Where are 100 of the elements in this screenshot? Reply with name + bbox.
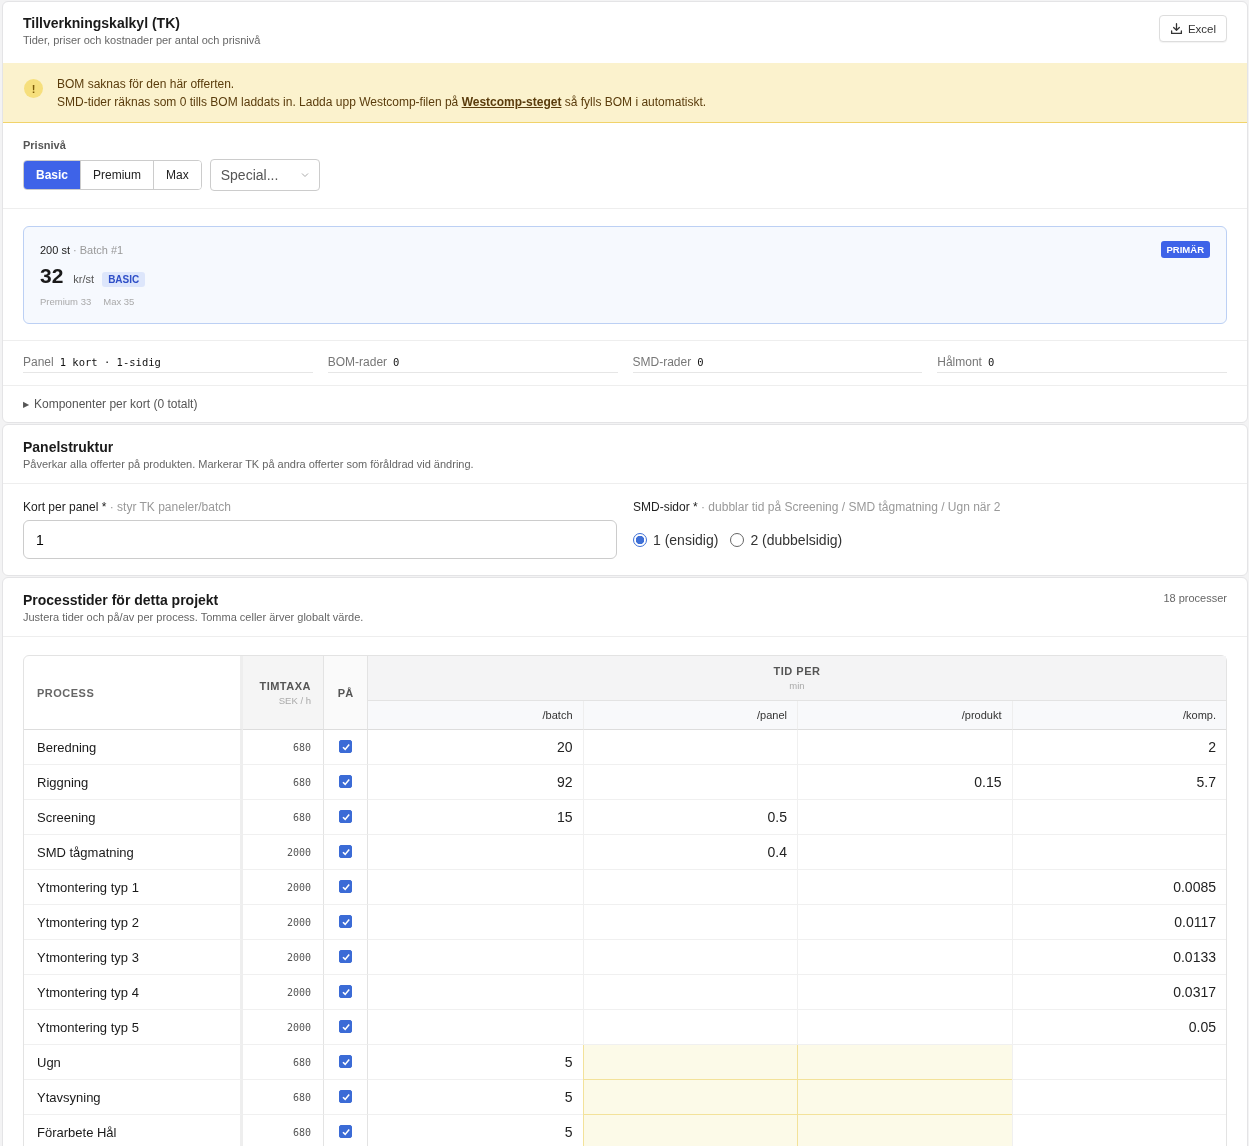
process-name: Ytmontering typ 2 [37,914,139,930]
stat-value: 0 [393,356,400,368]
time-input-cell[interactable]: 92 [368,765,583,800]
alternative-price: Max 35 [103,296,135,307]
checkbox[interactable] [339,1090,352,1103]
checkbox[interactable] [339,1020,352,1033]
time-input-cell[interactable] [582,730,797,765]
time-input-cell[interactable]: 0.4 [582,835,797,870]
radio-label: 2 (dubbelsidig) [750,532,843,548]
section-subtitle: Påverkar alla offerter på produkten. Markerar TK på andra offerter som föråldrad vid ändring. [23,458,475,470]
hourly-rate: 2000 [286,916,311,928]
time-input-cell[interactable]: 0.0133 [1011,940,1226,975]
process-count: 18 processer [1163,592,1227,606]
checkbox[interactable] [339,810,352,823]
process-name: Ytmontering typ 5 [37,1019,139,1035]
stat-value: 0 [987,356,995,368]
checkbox[interactable] [339,915,352,928]
alternative-price: Premium 33 [40,296,92,307]
chevron-down-icon [300,172,309,178]
process-name: Ugn [37,1054,61,1070]
hourly-rate: 2000 [286,881,311,893]
field-label: Prisnivå [23,139,67,151]
column-header: /produkt [961,709,1002,721]
process-name: SMD tågmatning [37,844,134,860]
field-hint: · styr TK paneler/batch [109,500,231,514]
section-title: Processtider för detta projekt [23,592,220,608]
hourly-rate: 2000 [286,1021,311,1033]
time-input-cell[interactable]: 15 [368,800,583,835]
hourly-rate: 2000 [286,846,311,858]
hourly-rate: 680 [292,1091,311,1103]
column-header: PÅ [337,686,354,699]
time-input-cell[interactable]: 2 [1011,730,1226,765]
checkbox[interactable] [339,985,352,998]
checkbox[interactable] [339,740,352,753]
cards-per-panel-input[interactable]: 1 [23,520,617,559]
field-label: Kort per panel * [23,500,107,514]
checkbox[interactable] [339,775,352,788]
westcomp-link[interactable]: Westcomp-steget [461,95,562,109]
time-input-cell[interactable] [797,1045,1012,1080]
stat-value: 0 [697,356,704,368]
time-input-cell[interactable] [1011,835,1226,870]
time-input-cell[interactable]: 20 [368,730,583,765]
checkbox[interactable] [339,1055,352,1068]
stat-value: 1 kort · 1-sidig [59,356,161,368]
time-input-cell[interactable]: 0.05 [1011,1010,1226,1045]
time-input-cell[interactable]: 5 [368,1115,583,1146]
batch-number: · Batch #1 [73,243,124,256]
special-select[interactable]: Special... [209,159,320,191]
price-unit: kr/st [73,273,95,285]
column-header: /panel [757,709,787,721]
column-header: /komp. [1183,709,1216,721]
time-input-cell[interactable] [1011,1080,1226,1115]
column-header: PROCESS [37,686,95,699]
checkbox[interactable] [339,1125,352,1138]
process-name: Förarbete Hål [37,1124,117,1140]
time-input-cell[interactable] [1011,1045,1226,1080]
time-input-cell[interactable]: 0.0085 [1011,870,1226,905]
section-title: Panelstruktur [23,439,115,455]
time-input-cell[interactable]: 0.0317 [1011,975,1226,1010]
primary-badge: PRIMÄR [1160,241,1210,258]
price-level-tab[interactable]: Basic [24,161,82,189]
checkbox[interactable] [339,845,352,858]
time-input-cell[interactable]: 0.5 [582,800,797,835]
checkbox[interactable] [339,880,352,893]
radio-button[interactable] [633,533,647,547]
tier-badge: BASIC [102,272,146,287]
warning-title: BOM saknas för den här offerten. [57,76,236,93]
hourly-rate: 2000 [286,951,311,963]
process-name: Beredning [37,739,97,755]
excel-export-button[interactable]: Excel [1158,15,1227,42]
time-input-cell[interactable] [797,1080,1012,1115]
time-input-cell[interactable] [582,1080,797,1115]
time-input-cell[interactable]: 0.15 [797,765,1012,800]
process-name: Ytmontering typ 3 [37,949,139,965]
stat-label: Hålmont [937,355,982,369]
time-input-cell[interactable]: 5 [368,1080,583,1115]
checkbox[interactable] [339,950,352,963]
time-input-cell[interactable] [797,1115,1012,1146]
stat-label: Panel [23,355,54,369]
time-input-cell[interactable]: 5 [368,1045,583,1080]
time-input-cell[interactable] [797,730,1012,765]
column-header: TIMTAXA [258,679,311,692]
components-toggle[interactable]: ▶ Komponenter per kort (0 totalt) [3,386,1247,422]
stat-label: SMD-rader [632,355,692,369]
unit-price: 32 [40,264,64,288]
radio-button[interactable] [730,533,745,547]
hourly-rate: 680 [292,1126,311,1138]
time-input-cell[interactable] [582,1115,797,1146]
time-input-cell[interactable]: 5.7 [1011,765,1226,800]
time-input-cell[interactable] [582,1045,797,1080]
batch-quantity: 200 st [40,243,70,256]
hourly-rate: 680 [292,811,311,823]
warning-icon: ! [24,79,43,98]
hourly-rate: 2000 [286,986,311,998]
section-subtitle: Tider, priser och kostnader per antal och prisnivå [23,34,261,46]
field-label: SMD-sidor * [633,500,698,514]
time-input-cell[interactable]: 0.0117 [1011,905,1226,940]
stat-label: BOM-rader [327,355,388,369]
time-input-cell[interactable] [1011,800,1226,835]
column-unit: min [788,680,806,691]
